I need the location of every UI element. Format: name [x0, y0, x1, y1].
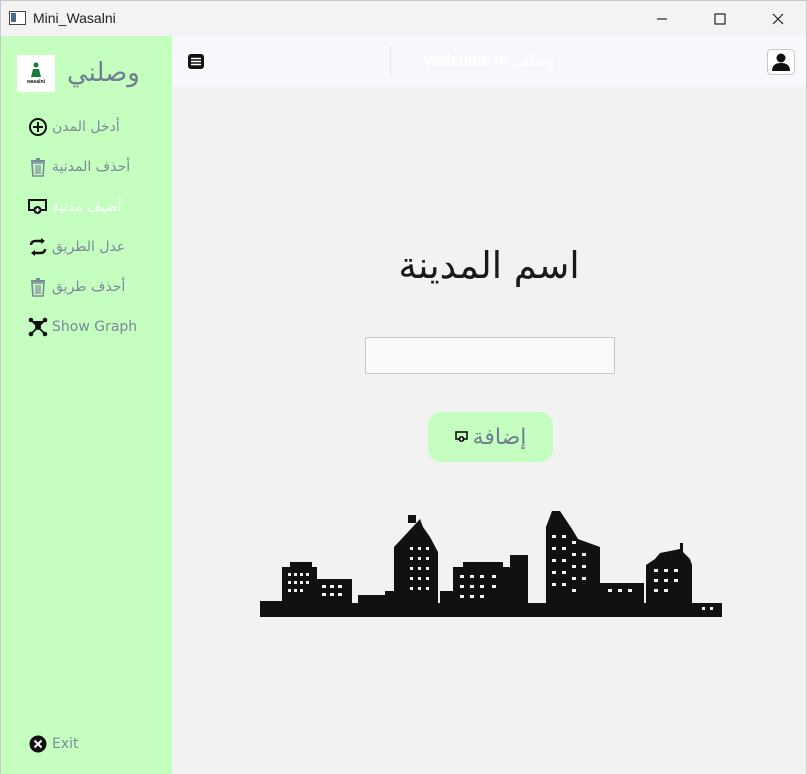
maximize-icon	[714, 12, 726, 25]
logo: wasalni	[17, 55, 55, 92]
add-city-button[interactable]: إضافة	[428, 412, 553, 462]
maximize-button[interactable]	[691, 1, 749, 36]
add-location-icon	[454, 431, 468, 442]
sidebar-item-delete-city[interactable]: أحذف المدنية	[28, 155, 168, 179]
plus-circle-icon	[28, 117, 48, 137]
menu-icon	[188, 54, 204, 69]
close-circle-icon	[28, 734, 48, 754]
sidebar-item-label: عدل الطريق	[52, 239, 126, 255]
menu-toggle-button[interactable]	[187, 53, 205, 70]
sidebar-item-delete-road[interactable]: أحذف طريق	[28, 275, 168, 299]
city-name-input[interactable]	[365, 337, 615, 374]
close-icon	[772, 13, 784, 24]
sidebar-item-add-cities[interactable]: أدخل المدن	[28, 115, 168, 139]
sidebar-item-label: Show Graph	[52, 319, 138, 335]
user-icon	[772, 53, 790, 71]
close-button[interactable]	[749, 1, 807, 36]
add-location-icon	[28, 197, 48, 217]
user-profile-button[interactable]	[767, 49, 795, 75]
swap-arrows-icon	[28, 237, 48, 257]
sidebar-item-label: أحذف المدنية	[52, 159, 131, 175]
app-icon	[9, 11, 26, 25]
logo-text: wasalni	[26, 79, 46, 85]
minimize-icon	[657, 17, 667, 20]
app-window: Mini_Wasalni wasalni وصلني أدخل المدن أح…	[0, 0, 807, 774]
sidebar-item-edit-road[interactable]: عدل الطريق	[28, 235, 168, 259]
add-button-label: إضافة	[472, 424, 527, 450]
logo-person-icon	[31, 62, 41, 77]
window-title: Mini_Wasalni	[33, 10, 116, 26]
sidebar-item-add-city[interactable]: أضيف مدنية	[28, 195, 168, 219]
sidebar-item-label: أضيف مدنية	[52, 199, 122, 215]
sidebar: wasalni وصلني أدخل المدن أحذف المدنية أض…	[1, 36, 172, 774]
header-bar: Welcome to وصلني	[172, 36, 806, 87]
page-title: اسم المدينة	[398, 244, 580, 287]
exit-button[interactable]: Exit	[28, 732, 168, 756]
main-content: اسم المدينة إضافة	[172, 87, 806, 774]
city-skyline-image	[260, 511, 722, 617]
sidebar-item-label: أدخل المدن	[52, 119, 120, 135]
welcome-text: Welcome to وصلني	[423, 52, 555, 69]
sidebar-item-show-graph[interactable]: Show Graph	[28, 315, 168, 339]
title-bar[interactable]: Mini_Wasalni	[1, 1, 806, 36]
exit-label: Exit	[52, 736, 79, 752]
trash-icon	[28, 277, 48, 297]
trash-icon	[28, 157, 48, 177]
minimize-button[interactable]	[633, 1, 691, 36]
brand-name: وصلني	[67, 58, 140, 88]
sidebar-item-label: أحذف طريق	[52, 279, 126, 295]
graph-nodes-icon	[28, 317, 48, 337]
